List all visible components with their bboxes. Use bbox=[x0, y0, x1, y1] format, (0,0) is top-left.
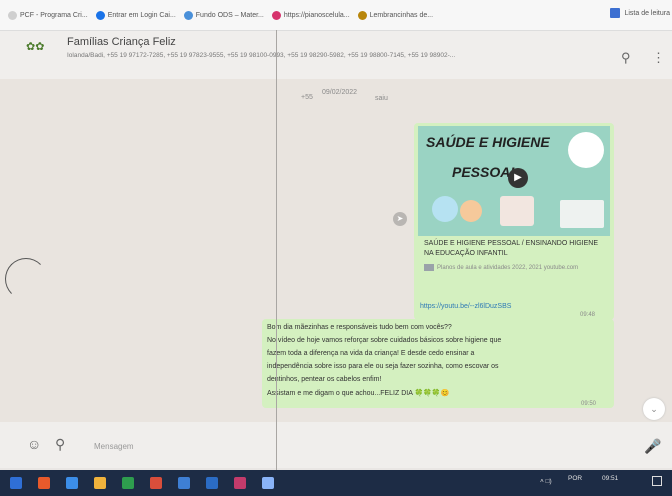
more-icon[interactable]: ⋮ bbox=[652, 50, 665, 66]
message-line: No vídeo de hoje vamos reforçar sobre cu… bbox=[267, 337, 502, 344]
message-line: dentinhos, pentear os cabelos enfim! bbox=[267, 376, 382, 383]
taskbar-app-icon[interactable] bbox=[206, 477, 218, 489]
bookmark-icon bbox=[357, 10, 367, 20]
message-input[interactable]: Mensagem bbox=[94, 442, 134, 451]
message-time: 09:48 bbox=[580, 312, 596, 318]
taskbar-app-icon[interactable] bbox=[66, 477, 78, 489]
video-description-text: Planos de aula e atividades 2022, 2021 y… bbox=[437, 265, 579, 272]
group-name[interactable]: Famílias Criança Feliz bbox=[67, 36, 176, 48]
bookmark-icon bbox=[183, 10, 193, 20]
date-badge: 09/02/2022 bbox=[322, 89, 358, 96]
bookmark-label: Fundo ODS – Mater... bbox=[195, 11, 264, 19]
taskbar-app-icon[interactable] bbox=[10, 477, 22, 489]
scroll-down-icon[interactable]: ⌄ bbox=[643, 398, 665, 420]
search-icon[interactable]: ⚲ bbox=[621, 50, 631, 66]
taskbar-app-icon[interactable] bbox=[234, 477, 246, 489]
bookmarks-bar: PCF - Programa Cri... Entrar em Login Ca… bbox=[0, 0, 672, 31]
tooth-illustration bbox=[432, 196, 458, 222]
taskbar-app-icon[interactable] bbox=[150, 477, 162, 489]
system-message-left: +55 bbox=[301, 94, 313, 101]
video-link[interactable]: https://youtu.be/--zl6lDuzSBS bbox=[420, 303, 511, 310]
video-title: SAÚDE E HIGIENE PESSOAL / ENSINANDO HIGI… bbox=[424, 240, 599, 257]
tray-icons[interactable]: ˄ □) bbox=[540, 478, 552, 485]
bookmark-1[interactable]: Entrar em Login Cai... bbox=[95, 10, 176, 20]
video-description: Planos de aula e atividades 2022, 2021 y… bbox=[424, 264, 604, 273]
bookmark-4[interactable]: Lembrancinhas de... bbox=[357, 10, 434, 20]
message-line: fazem toda a diferença na vida da crianç… bbox=[267, 350, 475, 357]
paper-fold-line bbox=[276, 30, 277, 470]
photo-illustration bbox=[500, 196, 534, 226]
bookmark-label: Entrar em Login Cai... bbox=[107, 11, 176, 19]
page-curl-shape bbox=[5, 258, 47, 300]
bookmark-label: https://pianoscelula... bbox=[283, 11, 350, 19]
taskbar-app-icon[interactable] bbox=[38, 477, 50, 489]
taskbar-app-icon[interactable] bbox=[122, 477, 134, 489]
taskbar-app-icon[interactable] bbox=[94, 477, 106, 489]
handwash-illustration bbox=[560, 200, 604, 228]
attach-icon[interactable]: ⚲ bbox=[55, 436, 65, 453]
bookmark-label: PCF - Programa Cri... bbox=[20, 11, 88, 19]
taskbar-app-icon[interactable] bbox=[262, 477, 274, 489]
message-time: 09:50 bbox=[581, 401, 597, 407]
taskbar-app-icon[interactable] bbox=[178, 477, 190, 489]
group-avatar-icon[interactable]: ✿✿ bbox=[26, 40, 46, 58]
reading-list-label: Lista de leitura bbox=[624, 9, 670, 17]
reading-list-button[interactable]: Lista de leitura bbox=[610, 8, 670, 18]
bookmark-2[interactable]: Fundo ODS – Mater... bbox=[183, 10, 264, 20]
tooth-brush-illustration bbox=[568, 132, 604, 168]
forward-icon[interactable]: ➤ bbox=[393, 212, 407, 226]
play-icon[interactable]: ▶ bbox=[508, 168, 528, 188]
youtube-icon bbox=[424, 264, 434, 271]
group-members: Iolanda/Badi, +55 19 97172-7285, +55 19 … bbox=[67, 52, 456, 59]
message-line: independência sobre isso para ele ou sej… bbox=[267, 363, 499, 370]
bookmark-label: Lembrancinhas de... bbox=[369, 11, 434, 19]
bookmark-icon bbox=[8, 10, 17, 20]
bookmark-0[interactable]: PCF - Programa Cri... bbox=[8, 10, 88, 20]
microphone-icon[interactable]: 🎤 bbox=[644, 438, 661, 455]
reading-list-icon bbox=[610, 8, 621, 18]
bookmark-icon bbox=[95, 10, 105, 20]
system-suffix: saiu bbox=[375, 95, 388, 102]
system-prefix: +55 bbox=[301, 94, 313, 101]
emoji-icon[interactable]: ☺ bbox=[27, 436, 41, 452]
video-thumbnail[interactable]: SAÚDE E HIGIENE PESSOAL ▶ bbox=[418, 126, 610, 236]
bookmark-3[interactable]: https://pianoscelula... bbox=[271, 10, 350, 20]
message-line: Assistam e me digam o que achou...FELIZ … bbox=[267, 390, 450, 397]
child-illustration bbox=[460, 200, 482, 222]
notification-icon[interactable] bbox=[652, 476, 662, 486]
language-indicator[interactable]: POR bbox=[568, 475, 582, 482]
thumb-title-line1: SAÚDE E HIGIENE bbox=[426, 134, 550, 150]
clock[interactable]: 09:51 bbox=[602, 475, 618, 482]
bookmark-icon bbox=[271, 10, 281, 20]
message-line: Bom dia mãezinhas e responsáveis tudo be… bbox=[267, 324, 452, 331]
